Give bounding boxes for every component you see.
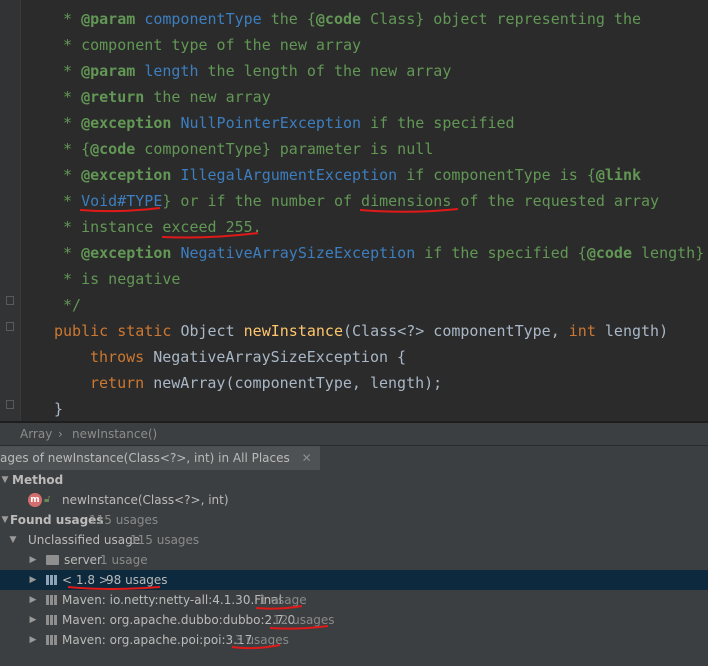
code-editor[interactable]: * @param componentType the {@code Class}…	[0, 0, 708, 421]
library-icon	[46, 595, 57, 605]
fold-marker[interactable]	[6, 322, 14, 331]
find-usages-tab-label: ages of newInstance(Class<?>, int) in Al…	[0, 451, 290, 465]
chevron-right-icon[interactable]: ▶	[28, 610, 38, 630]
tree-item-count: 3 usages	[235, 633, 289, 647]
find-usages-tabbar: ages of newInstance(Class<?>, int) in Al…	[0, 445, 708, 471]
code-line-15: return newArray(componentType, length);	[90, 374, 443, 392]
folder-icon	[46, 555, 59, 565]
breadcrumb-separator: ›	[58, 427, 63, 441]
chevron-down-icon[interactable]: ▼	[0, 470, 10, 490]
tree-row-server[interactable]: ▶ server 1 usage	[0, 550, 708, 570]
editor-gutter	[0, 0, 21, 421]
unclassified-label: Unclassified usage	[28, 533, 141, 547]
tree-item-count: 12 usages	[273, 613, 335, 627]
method-header-label: Method	[12, 473, 64, 487]
code-line-5: * @exception NullPointerException if the…	[54, 114, 515, 132]
code-line-14: throws NegativeArraySizeException {	[90, 348, 407, 366]
library-icon	[46, 635, 57, 645]
tree-row-method-header[interactable]: ▼ Method	[0, 470, 708, 490]
chevron-right-icon[interactable]: ▶	[28, 630, 38, 650]
library-icon	[46, 615, 57, 625]
method-name: newInstance(Class<?>, int)	[62, 493, 229, 507]
breadcrumb: Array › newInstance()	[0, 423, 708, 445]
code-line-7: * @exception IllegalArgumentException if…	[54, 166, 642, 184]
breadcrumb-item-array[interactable]: Array	[20, 423, 52, 445]
tree-row-poi[interactable]: ▶ Maven: org.apache.poi:poi:3.17 3 usage…	[0, 630, 708, 650]
tree-item-label: Maven: org.apache.poi:poi:3.17	[62, 633, 253, 647]
close-icon[interactable]: ✕	[302, 451, 312, 465]
code-line-12: */	[54, 296, 82, 314]
code-line-6: * {@code componentType} parameter is nul…	[54, 140, 434, 158]
tree-row-jdk[interactable]: ▶ < 1.8 > 98 usages	[0, 570, 708, 590]
tree-item-count: 1 usage	[259, 593, 307, 607]
tree-item-label: server	[64, 553, 102, 567]
fold-marker[interactable]	[6, 400, 14, 409]
code-line-8: * Void#TYPE} or if the number of dimensi…	[54, 192, 660, 210]
chevron-down-icon[interactable]: ▼	[0, 510, 10, 530]
found-usages-count: 115 usages	[89, 513, 159, 527]
code-line-1: * @param componentType the {@code Class}…	[54, 10, 642, 28]
code-line-16: }	[54, 400, 64, 418]
code-line-2: * component type of the new array	[54, 36, 362, 54]
chevron-down-icon[interactable]: ▼	[8, 530, 18, 550]
chevron-right-icon[interactable]: ▶	[28, 570, 38, 590]
chevron-right-icon[interactable]: ▶	[28, 550, 38, 570]
code-line-11: * is negative	[54, 270, 181, 288]
chevron-right-icon[interactable]: ▶	[28, 590, 38, 610]
tree-item-count: 98 usages	[106, 573, 168, 587]
tree-row-netty[interactable]: ▶ Maven: io.netty:netty-all:4.1.30.Final…	[0, 590, 708, 610]
code-line-9: * instance exceed 255.	[54, 218, 262, 236]
find-usages-tab[interactable]: ages of newInstance(Class<?>, int) in Al…	[0, 446, 320, 470]
code-line-10: * @exception NegativeArraySizeException …	[54, 244, 705, 262]
fold-marker[interactable]	[6, 296, 14, 305]
tree-row-unclassified[interactable]: ▼ Unclassified usage 115 usages	[0, 530, 708, 550]
library-icon	[46, 575, 57, 585]
unclassified-count: 115 usages	[130, 533, 200, 547]
code-line-13: public static Object newInstance(Class<?…	[54, 322, 669, 340]
tree-row-dubbo[interactable]: ▶ Maven: org.apache.dubbo:dubbo:2.7.0 12…	[0, 610, 708, 630]
tree-item-label: < 1.8 >	[62, 573, 109, 587]
method-icon: m	[28, 493, 42, 507]
lock-open-icon: 🔓︎	[44, 494, 51, 505]
tree-row-method[interactable]: m 🔓︎ newInstance(Class<?>, int)	[0, 490, 708, 510]
code-line-4: * @return the new array	[54, 88, 271, 106]
tree-item-label: Maven: io.netty:netty-all:4.1.30.Final	[62, 593, 282, 607]
tree-item-count: 1 usage	[100, 553, 148, 567]
breadcrumb-item-newinstance[interactable]: newInstance()	[72, 423, 157, 445]
tree-row-found-usages[interactable]: ▼ Found usages 115 usages	[0, 510, 708, 530]
code-line-3: * @param length the length of the new ar…	[54, 62, 452, 80]
tree-item-label: Maven: org.apache.dubbo:dubbo:2.7.0	[62, 613, 296, 627]
usages-tree: ▼ Method m 🔓︎ newInstance(Class<?>, int)…	[0, 470, 708, 666]
